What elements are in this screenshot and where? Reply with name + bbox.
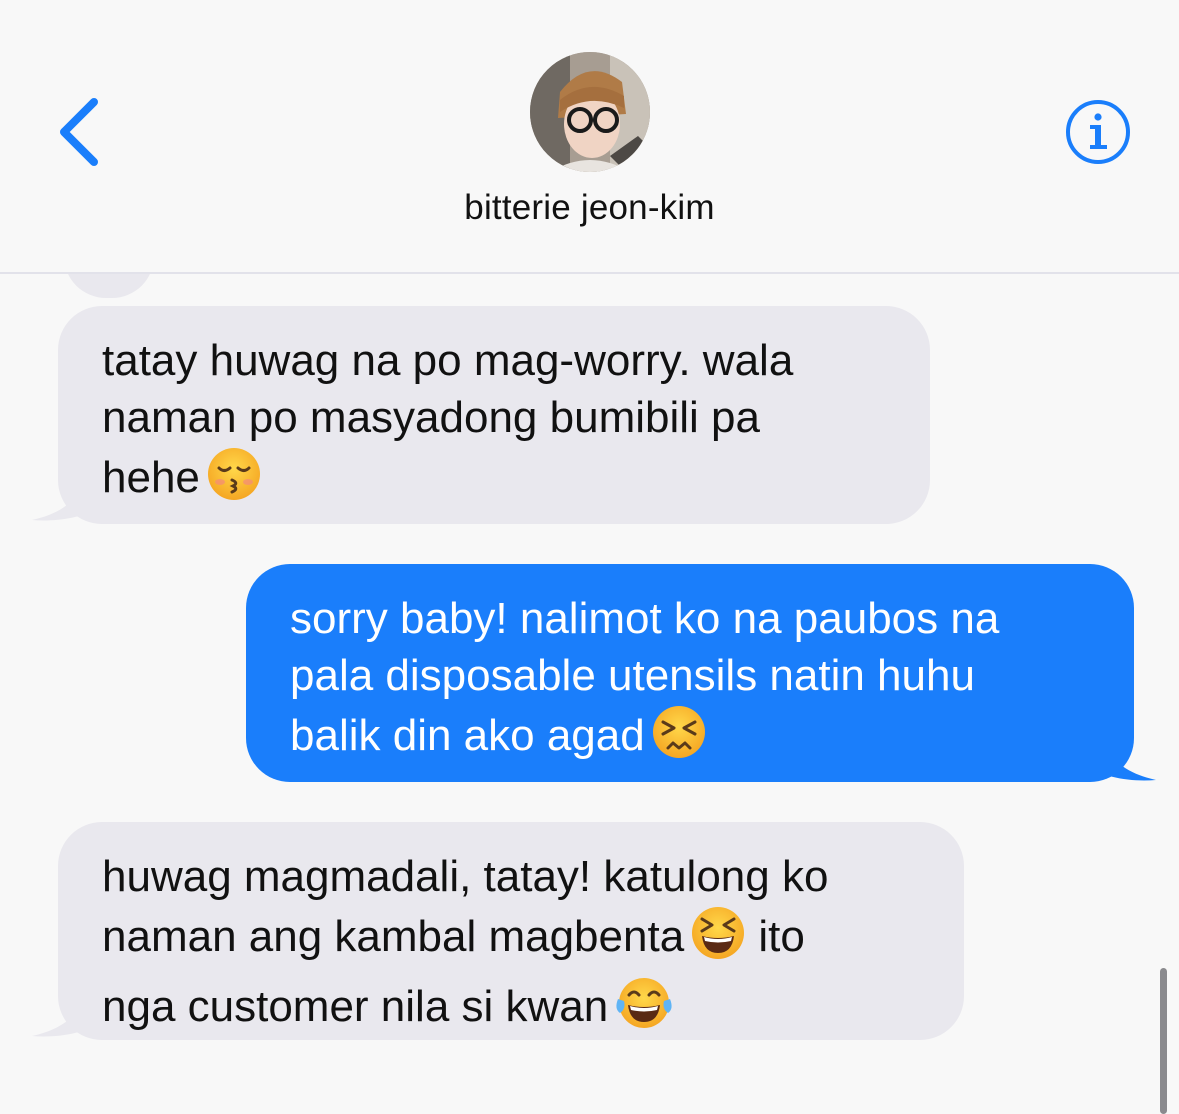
message-text: pala disposable utensils natin huhu [290,651,975,700]
message-bubble-received[interactable]: huwag magmadali, tatay! katulong ko nama… [58,822,964,1040]
scrollbar[interactable] [1160,968,1167,1114]
message-text: balik din ako agad [290,711,645,760]
confounded-face-emoji [651,704,707,774]
message-text: tatay huwag na po mag-worry. wala [102,336,794,385]
message-text-with-emoji: hehe [102,446,886,516]
message-bubble-sent[interactable]: sorry baby! nalimot ko na paubos na pala… [246,564,1134,782]
message-text: naman ang kambal magbenta [102,912,685,961]
previous-message-bubble [64,274,154,298]
message-text: hehe [102,453,200,502]
message-text-with-emoji: naman ang kambal magbenta ito [102,905,920,975]
kissing-face-emoji [206,446,262,516]
message-text: huwag magmadali, tatay! katulong ko [102,852,829,901]
conversation-header: bitterie jeon-kim [0,0,1179,274]
message-text-with-emoji: balik din ako agad [290,704,1090,774]
info-circle-icon [1066,100,1130,164]
message-text-with-emoji: nga customer nila si kwan [102,975,920,1045]
grinning-squinting-face-emoji [690,905,746,975]
avatar-photo [530,52,650,172]
message-text: nga customer nila si kwan [102,982,609,1031]
message-text: ito [758,912,805,961]
info-button[interactable] [1064,98,1132,166]
message-text: sorry baby! nalimot ko na paubos na [290,594,1000,643]
contact-name[interactable]: bitterie jeon-kim [0,188,1179,228]
face-with-tears-of-joy-emoji [614,975,674,1045]
contact-avatar[interactable] [530,52,650,172]
back-button[interactable] [52,94,112,170]
message-thread[interactable]: tatay huwag na po mag-worry. wala naman … [0,274,1179,1112]
message-bubble-received[interactable]: tatay huwag na po mag-worry. wala naman … [58,306,930,524]
message-text: naman po masyadong bumibili pa [102,393,760,442]
chevron-left-icon [60,98,98,166]
